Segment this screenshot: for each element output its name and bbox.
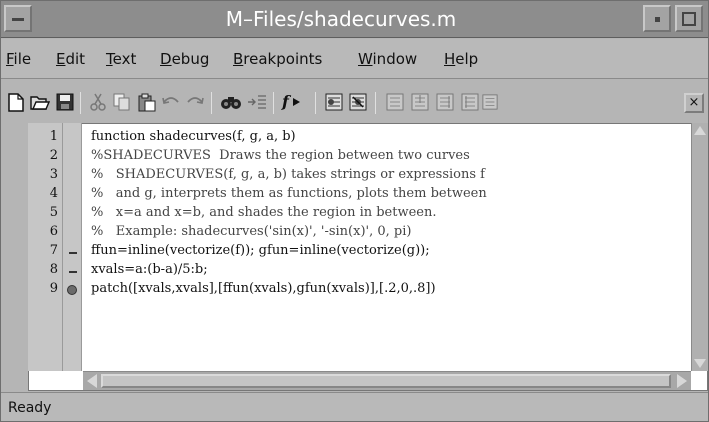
scroll-right-icon[interactable] (677, 374, 687, 388)
breakpoint-icon[interactable] (67, 285, 77, 295)
redo-icon[interactable] (184, 91, 206, 113)
toolbar: f × (1, 80, 708, 121)
window-menu-icon (12, 18, 24, 21)
menu-window[interactable]: Window (358, 50, 417, 68)
step-out-icon[interactable] (434, 91, 456, 113)
cut-icon[interactable] (87, 91, 109, 113)
code-line[interactable]: % x=a and x=b, and shades the region in … (91, 205, 437, 220)
close-toolbar-button[interactable]: × (684, 93, 704, 113)
line-number: 2 (49, 148, 58, 163)
minimize-icon (655, 17, 660, 22)
status-bar: Ready (1, 392, 708, 421)
code-line[interactable]: patch([xvals,xvals],[ffun(xvals),gfun(xv… (91, 281, 436, 296)
svg-text:f: f (281, 93, 292, 111)
toolbar-separator (80, 92, 81, 114)
line-number: 8 (49, 262, 58, 277)
minimize-button[interactable] (643, 5, 671, 32)
code-line[interactable]: % Example: shadecurves('sin(x)', '-sin(x… (91, 224, 411, 239)
scroll-left-icon[interactable] (87, 374, 97, 388)
menu-help[interactable]: Help (444, 50, 478, 68)
line-number: 6 (49, 224, 58, 239)
code-line[interactable]: % and g, interprets them as functions, p… (91, 186, 487, 201)
menu-debug[interactable]: Debug (160, 50, 209, 68)
menu-bar: File Edit Text Debug Breakpoints Window … (1, 39, 708, 79)
toolbar-separator (375, 92, 376, 114)
goto-line-icon[interactable] (246, 91, 268, 113)
executable-line-marker[interactable] (69, 271, 77, 273)
open-file-icon[interactable] (29, 91, 51, 113)
code-line[interactable]: %SHADECURVES Draws the region between tw… (91, 148, 470, 163)
code-line[interactable]: ffun=inline(vectorize(f)); gfun=inline(v… (91, 243, 430, 258)
quit-debug-icon[interactable] (482, 91, 498, 113)
clear-breakpoints-icon[interactable] (347, 91, 369, 113)
line-number: 7 (49, 243, 58, 258)
copy-icon[interactable] (111, 91, 133, 113)
continue-icon[interactable] (459, 91, 481, 113)
vertical-scrollbar[interactable] (691, 123, 708, 371)
toolbar-separator (273, 92, 274, 114)
line-number: 4 (49, 186, 58, 201)
title-bar[interactable]: M–Files/shadecurves.m (1, 1, 708, 38)
executable-line-marker[interactable] (69, 252, 77, 254)
save-icon[interactable] (54, 91, 76, 113)
horizontal-scrollbar[interactable] (83, 371, 691, 390)
horizontal-scroll-thumb[interactable] (101, 374, 671, 388)
find-icon[interactable] (220, 91, 242, 113)
menu-edit[interactable]: Edit (56, 50, 85, 68)
set-breakpoint-icon[interactable] (323, 91, 345, 113)
new-file-icon[interactable] (5, 91, 27, 113)
maximize-icon (682, 12, 696, 26)
breakpoint-gutter[interactable] (63, 123, 82, 371)
scroll-up-icon[interactable] (694, 126, 706, 135)
menu-file[interactable]: File (6, 50, 31, 68)
code-line[interactable]: function shadecurves(f, g, a, b) (91, 129, 296, 144)
toolbar-separator (211, 92, 212, 114)
undo-icon[interactable] (160, 91, 182, 113)
toolbar-separator (315, 92, 316, 114)
code-line[interactable]: % SHADECURVES(f, g, a, b) takes strings … (91, 167, 485, 182)
step-icon[interactable] (384, 91, 406, 113)
scroll-down-icon[interactable] (694, 359, 706, 368)
window-title: M–Files/shadecurves.m (225, 7, 457, 31)
line-number: 1 (49, 129, 58, 144)
code-line[interactable]: xvals=a:(b-a)/5:b; (91, 262, 208, 277)
maximize-button[interactable] (675, 5, 703, 32)
window-menu-button[interactable] (4, 5, 32, 32)
paste-icon[interactable] (136, 91, 158, 113)
menu-text[interactable]: Text (106, 50, 136, 68)
line-number: 5 (49, 205, 58, 220)
status-text: Ready (8, 400, 52, 416)
menu-breakpoints[interactable]: Breakpoints (233, 50, 322, 68)
step-in-icon[interactable] (409, 91, 431, 113)
line-number: 9 (49, 281, 58, 296)
editor-window: M–Files/shadecurves.m File Edit Text Deb… (0, 0, 709, 422)
function-icon[interactable]: f (281, 91, 307, 113)
line-number: 3 (49, 167, 58, 182)
